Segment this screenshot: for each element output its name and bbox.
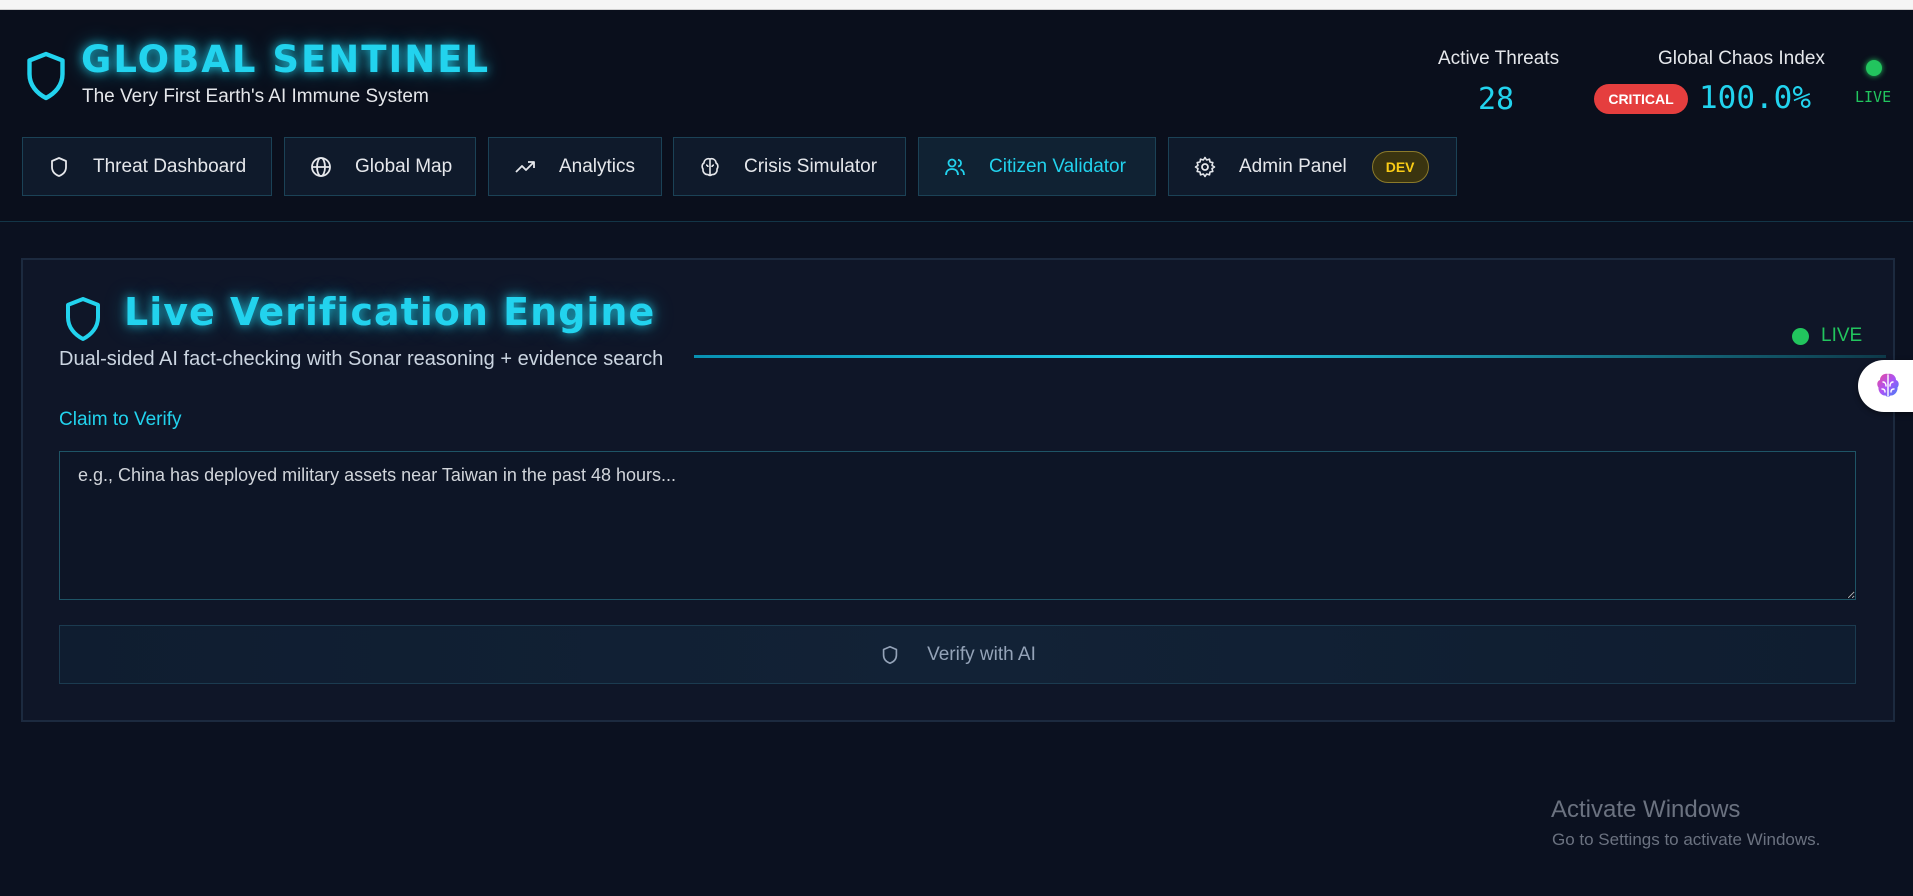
- verify-with-ai-button[interactable]: Verify with AI: [59, 625, 1856, 684]
- tab-global-map[interactable]: Global Map: [284, 137, 476, 196]
- shield-icon: [51, 156, 67, 177]
- users-icon: [945, 158, 965, 175]
- tab-admin-panel-label: Admin Panel: [1239, 155, 1347, 177]
- active-threats-value: 28: [1478, 82, 1515, 117]
- tab-threat-dashboard[interactable]: Threat Dashboard: [22, 137, 272, 196]
- critical-status-badge: CRITICAL: [1594, 84, 1688, 114]
- tab-global-map-label: Global Map: [355, 155, 453, 177]
- scan-progress-line: [694, 355, 1886, 358]
- activate-windows-title: Activate Windows: [1551, 796, 1741, 823]
- tab-admin-panel[interactable]: Admin Panel DEV: [1168, 137, 1457, 196]
- tab-citizen-validator[interactable]: Citizen Validator: [918, 137, 1156, 196]
- shield-logo-icon: [27, 51, 65, 101]
- tab-crisis-simulator[interactable]: Crisis Simulator: [673, 137, 906, 196]
- tab-citizen-validator-label: Citizen Validator: [989, 155, 1126, 177]
- shield-icon: [882, 645, 898, 664]
- verify-button-label: Verify with AI: [927, 643, 1036, 665]
- active-threats-label: Active Threats: [1438, 48, 1560, 69]
- tab-analytics-label: Analytics: [559, 155, 636, 177]
- brain-icon: [1877, 373, 1899, 397]
- app-title: GLOBAL SENTINEL: [81, 38, 491, 81]
- app-subtitle: The Very First Earth's AI Immune System: [82, 86, 429, 107]
- gear-icon: [1194, 156, 1216, 177]
- browser-top-edge: [0, 0, 1913, 10]
- dev-badge: DEV: [1371, 150, 1429, 183]
- claim-label: Claim to Verify: [59, 409, 182, 430]
- tab-crisis-simulator-label: Crisis Simulator: [744, 155, 878, 177]
- claim-input[interactable]: [59, 451, 1856, 600]
- brain-icon: [701, 157, 719, 176]
- chaos-index-label: Global Chaos Index: [1658, 48, 1825, 69]
- engine-live-dot: [1792, 328, 1809, 345]
- globe-icon: [311, 156, 331, 177]
- engine-live-label: LIVE: [1821, 325, 1863, 346]
- engine-subtitle: Dual-sided AI fact-checking with Sonar r…: [59, 348, 664, 370]
- chaos-index-value: 100.0%: [1699, 80, 1811, 116]
- activate-windows-subtitle: Go to Settings to activate Windows.: [1552, 830, 1821, 849]
- trending-up-icon: [515, 160, 535, 173]
- ai-assistant-button[interactable]: [1858, 360, 1913, 412]
- tab-threat-dashboard-label: Threat Dashboard: [93, 155, 247, 177]
- live-indicator-dot: [1866, 60, 1882, 76]
- shield-icon: [66, 297, 100, 341]
- engine-title: Live Verification Engine: [124, 290, 656, 334]
- tab-analytics[interactable]: Analytics: [488, 137, 662, 196]
- live-indicator-label: LIVE: [1855, 88, 1892, 106]
